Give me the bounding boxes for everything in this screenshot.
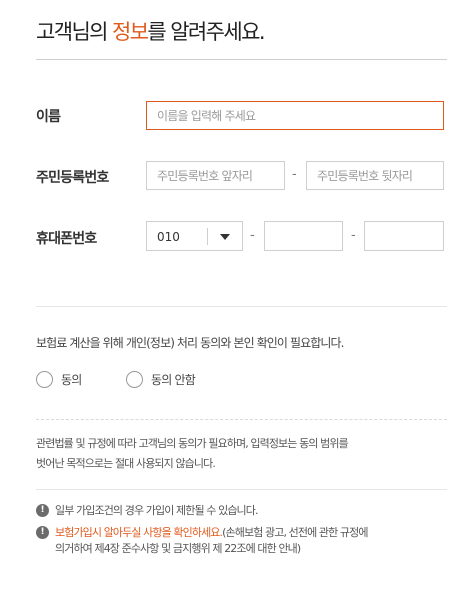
info-text-1: 일부 가입조건의 경우 가입이 제한될 수 있습니다. <box>55 504 258 517</box>
info-text-2: 보험가입시 알아두실 사항을 확인하세요.(손해보험 광고, 선전에 관한 규정… <box>55 525 369 557</box>
info-text-2-rest: (손해보험 광고, 선전에 관한 규정에 <box>222 526 368 539</box>
exclamation-circle-icon: ! <box>36 526 49 539</box>
radio-circle[interactable] <box>126 370 143 388</box>
phone-label: 휴대폰번호 <box>36 231 97 247</box>
phone-separator-1: - <box>250 228 255 243</box>
exclamation-circle-icon: ! <box>36 504 49 517</box>
phone-separator-2: - <box>351 228 356 243</box>
page-title: 고객님의 정보를 알려주세요. <box>36 16 266 46</box>
rrn-separator: - <box>292 167 297 182</box>
rrn-back-input[interactable] <box>306 161 444 190</box>
phone-prefix-select[interactable]: 010 <box>146 221 243 251</box>
notice-divider <box>36 489 447 490</box>
notice-line-2: 벗어난 목적으로는 절대 사용되지 않습니다. <box>36 457 216 470</box>
name-label: 이름 <box>36 109 61 125</box>
dashed-divider <box>36 419 447 420</box>
phone-middle-input[interactable] <box>264 221 343 251</box>
select-divider <box>207 228 208 245</box>
consent-agree-radio[interactable]: 동의 <box>36 369 82 389</box>
info-item-1: ! 일부 가입조건의 경우 가입이 제한될 수 있습니다. <box>36 503 258 519</box>
chevron-down-icon[interactable] <box>220 234 230 240</box>
title-highlight: 정보 <box>111 20 149 44</box>
insurance-notice-link[interactable]: 보험가입시 알아두실 사항을 확인하세요. <box>55 526 223 539</box>
consent-disagree-radio[interactable]: 동의 안함 <box>126 369 196 389</box>
title-suffix: 를 알려주세요. <box>147 20 265 44</box>
info-item-2: ! 보험가입시 알아두실 사항을 확인하세요.(손해보험 광고, 선전에 관한 … <box>36 525 369 557</box>
name-input[interactable] <box>146 101 444 130</box>
section-divider <box>36 306 447 307</box>
title-divider <box>36 59 447 60</box>
consent-agree-label: 동의 <box>61 372 82 387</box>
rrn-front-input[interactable] <box>146 161 285 190</box>
phone-prefix-value: 010 <box>157 230 180 244</box>
notice-line-1: 관련법률 및 규정에 따라 고객님의 동의가 필요하며, 입력정보는 동의 범위… <box>36 437 349 450</box>
info-text-2-line2: 의거하여 제4장 준수사항 및 금지행위 제 22조에 대한 안내) <box>55 542 301 555</box>
consent-disagree-label: 동의 안함 <box>151 372 196 387</box>
consent-question: 보험료 계산을 위해 개인(정보) 처리 동의와 본인 확인이 필요합니다. <box>36 336 344 350</box>
title-prefix: 고객님의 <box>36 20 112 44</box>
radio-circle[interactable] <box>36 370 53 388</box>
rrn-label: 주민등록번호 <box>36 170 109 186</box>
phone-last-input[interactable] <box>364 221 444 251</box>
